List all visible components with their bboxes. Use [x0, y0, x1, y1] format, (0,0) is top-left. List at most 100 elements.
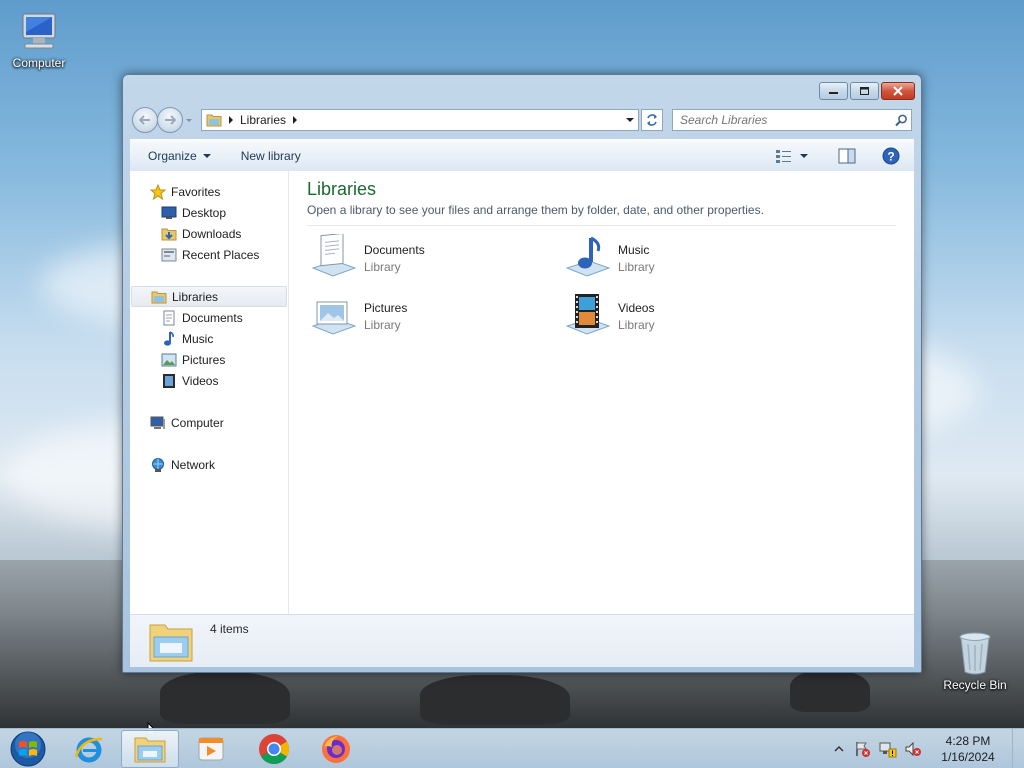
sidebar-item-computer[interactable]: Computer: [130, 412, 288, 433]
taskbar: 4:28 PM 1/16/2024: [0, 728, 1024, 768]
library-item-music[interactable]: Music Library: [561, 235, 815, 281]
pictures-icon: [161, 352, 177, 368]
library-item-pictures[interactable]: Pictures Library: [307, 293, 561, 339]
sidebar-item-label: Pictures: [182, 352, 226, 367]
search-input[interactable]: [680, 113, 891, 127]
volume-muted-icon[interactable]: [904, 740, 922, 758]
sidebar-item-music[interactable]: Music: [130, 328, 288, 349]
search-icon[interactable]: [891, 114, 911, 127]
start-orb-icon: [10, 731, 46, 767]
windows-explorer-icon: [134, 737, 166, 763]
downloads-icon: [161, 226, 177, 242]
minimize-button[interactable]: [819, 82, 848, 100]
library-name: Documents: [364, 242, 425, 257]
videos-icon: [161, 373, 177, 389]
maximize-button[interactable]: [850, 82, 879, 100]
breadcrumb-separator-icon[interactable]: [293, 116, 298, 124]
taskbar-firefox[interactable]: [307, 730, 365, 768]
desktop-icon-recycle-bin[interactable]: Recycle Bin: [940, 630, 1010, 692]
documents-library-icon: [311, 234, 357, 277]
preview-pane-icon[interactable]: [838, 148, 856, 164]
explorer-body: Favorites Desktop Downloads Recent Place…: [130, 171, 914, 614]
svg-text:?: ?: [887, 149, 894, 163]
media-player-icon: [198, 737, 224, 761]
sidebar-item-recent-places[interactable]: Recent Places: [130, 244, 288, 265]
desktop-icon: [161, 205, 177, 221]
library-item-videos[interactable]: Videos Library: [561, 293, 815, 339]
chevron-down-icon: [202, 153, 211, 158]
taskbar-internet-explorer[interactable]: [60, 730, 118, 768]
sidebar-item-label: Videos: [182, 373, 219, 388]
internet-explorer-icon: [74, 737, 103, 763]
recent-pages-chevron-icon[interactable]: [186, 118, 192, 122]
sidebar-item-documents[interactable]: Documents: [130, 307, 288, 328]
libraries-folder-icon: [206, 114, 222, 127]
libraries-content: Libraries Open a library to see your fil…: [289, 171, 914, 614]
address-bar[interactable]: Libraries: [201, 109, 639, 131]
back-button[interactable]: [132, 107, 158, 133]
action-center-flag-icon[interactable]: [854, 740, 872, 758]
breadcrumb: Libraries: [202, 113, 622, 127]
library-text: Videos Library: [618, 301, 655, 332]
network-status-icon[interactable]: [879, 740, 897, 758]
chevron-down-icon: [626, 118, 634, 122]
sidebar-item-videos[interactable]: Videos: [130, 370, 288, 391]
sidebar-item-label: Network: [171, 457, 216, 472]
organize-button[interactable]: Organize: [130, 149, 221, 163]
taskbar-windows-explorer[interactable]: [121, 730, 179, 768]
sidebar-item-desktop[interactable]: Desktop: [130, 202, 288, 223]
desktop-icon-label: Recycle Bin: [943, 678, 1007, 692]
nav-buttons: [132, 107, 192, 133]
sidebar-item-libraries[interactable]: Libraries: [131, 286, 287, 307]
taskbar-chrome[interactable]: [245, 730, 303, 768]
library-text: Documents Library: [364, 243, 425, 274]
window-controls: [819, 82, 915, 100]
sidebar-item-pictures[interactable]: Pictures: [130, 349, 288, 370]
taskbar-media-player[interactable]: [182, 730, 240, 768]
library-type: Library: [364, 317, 401, 332]
clock-time: 4:28 PM: [945, 734, 991, 748]
chrome-icon: [259, 734, 290, 765]
library-item-documents[interactable]: Documents Library: [307, 234, 561, 281]
music-icon: [161, 330, 177, 347]
help-icon[interactable]: ?: [882, 147, 900, 165]
details-pane: 4 items: [130, 614, 914, 667]
star-icon: [150, 183, 166, 200]
forward-arrow-icon: [165, 115, 176, 125]
sidebar-item-label: Downloads: [182, 226, 242, 241]
system-tray: 4:28 PM 1/16/2024: [834, 729, 1024, 768]
library-type: Library: [618, 317, 655, 332]
show-desktop-button[interactable]: [1012, 729, 1024, 768]
new-library-button[interactable]: New library: [221, 149, 311, 163]
change-view-button[interactable]: [776, 149, 808, 163]
sidebar-item-favorites[interactable]: Favorites: [130, 181, 288, 202]
music-library-icon: [565, 236, 611, 277]
chevron-down-icon: [800, 153, 808, 158]
close-button[interactable]: [881, 82, 915, 100]
forward-button[interactable]: [157, 107, 183, 133]
library-type: Library: [364, 259, 401, 274]
breadcrumb-separator-icon[interactable]: [229, 116, 233, 124]
library-text: Pictures Library: [364, 301, 407, 332]
taskbar-clock[interactable]: 4:28 PM 1/16/2024: [930, 733, 1006, 765]
library-text: Music Library: [618, 243, 655, 274]
sidebar-item-network[interactable]: Network: [130, 454, 288, 475]
videos-library-icon: [565, 294, 611, 335]
recent-places-icon: [161, 247, 177, 263]
sidebar-item-label: Computer: [171, 415, 224, 430]
desktop-icon-computer[interactable]: Computer: [4, 10, 74, 70]
explorer-window[interactable]: Libraries Organize New l: [122, 74, 922, 673]
toolbar-right: ?: [776, 147, 914, 165]
library-name: Pictures: [364, 300, 408, 315]
sidebar-item-label: Recent Places: [182, 247, 260, 262]
search-box[interactable]: [672, 109, 912, 131]
breadcrumb-item-libraries[interactable]: Libraries: [240, 113, 286, 127]
refresh-button[interactable]: [641, 109, 663, 131]
sidebar-item-downloads[interactable]: Downloads: [130, 223, 288, 244]
start-button[interactable]: [0, 730, 56, 768]
address-dropdown-button[interactable]: [622, 110, 638, 130]
libraries-icon: [151, 289, 167, 305]
show-hidden-icons-icon[interactable]: [834, 745, 844, 753]
